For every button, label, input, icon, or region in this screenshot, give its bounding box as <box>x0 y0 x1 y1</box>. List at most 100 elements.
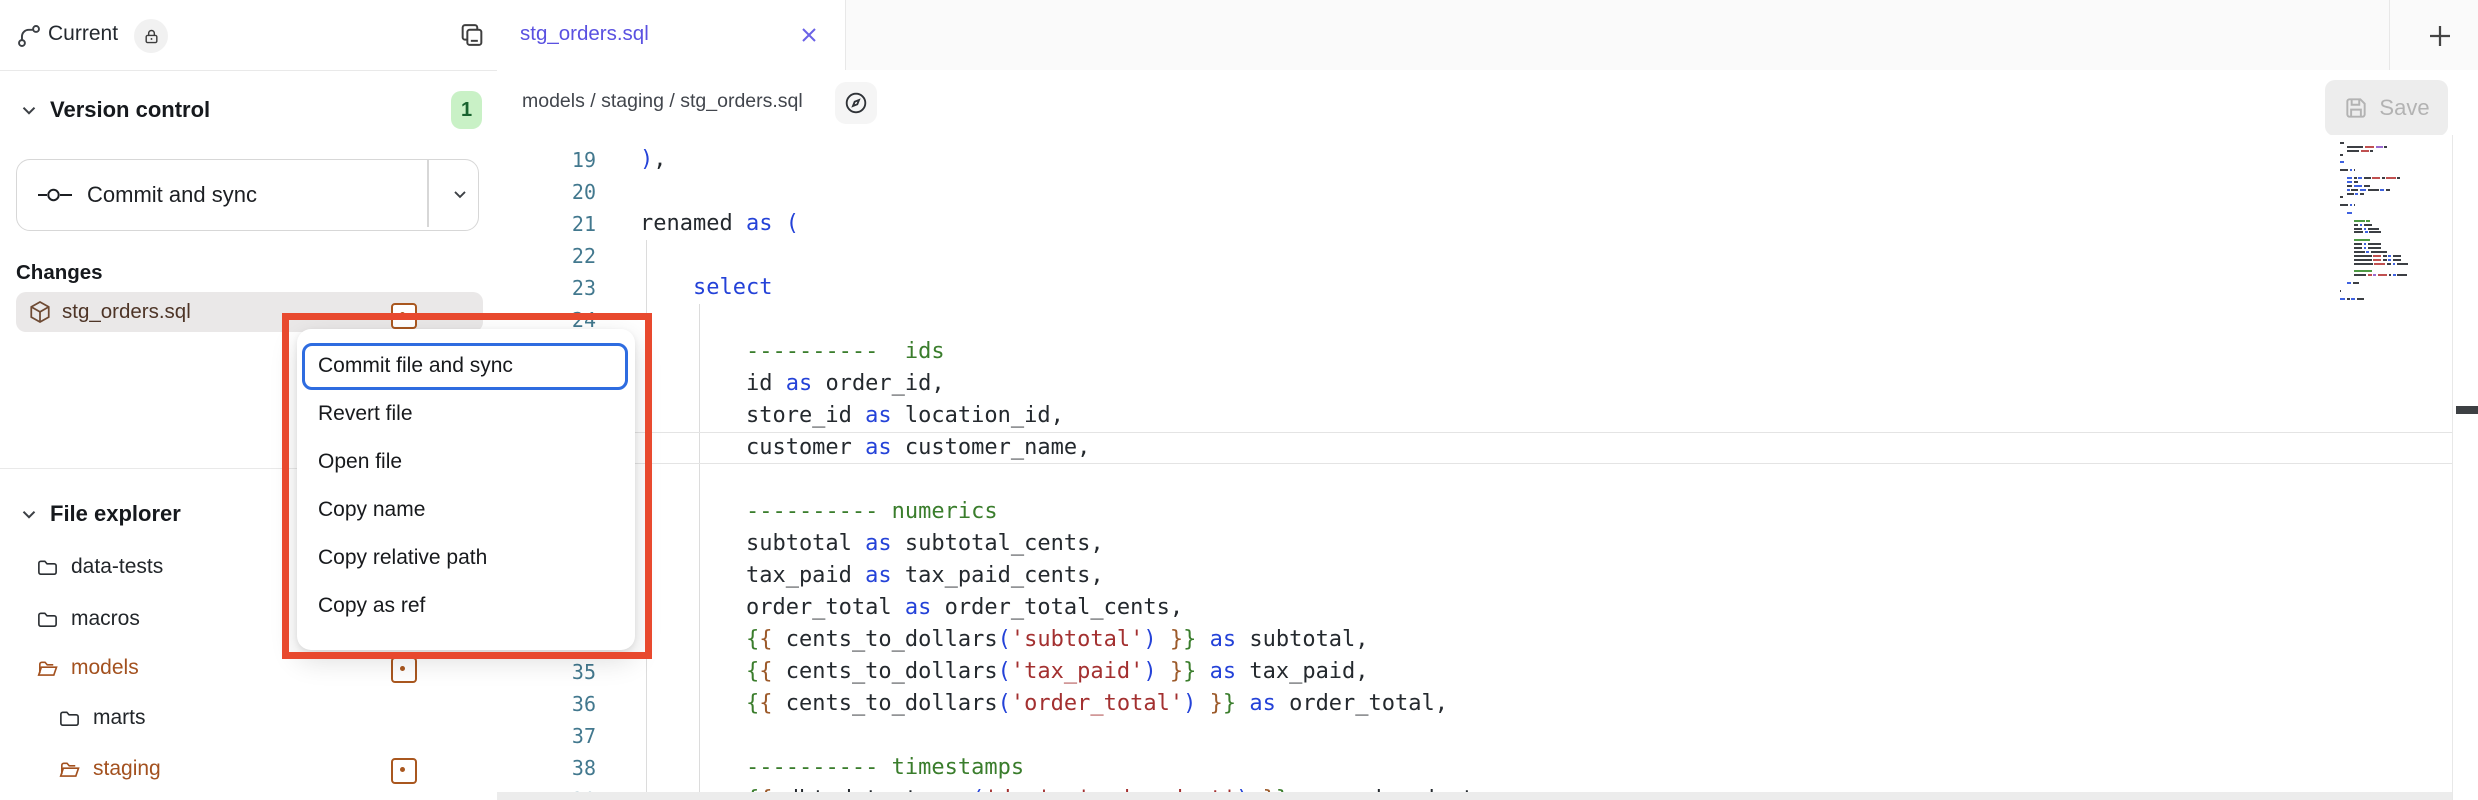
minimap-row <box>2340 185 2450 187</box>
context-menu-item-label: Copy name <box>318 498 425 522</box>
git-branch-icon <box>16 23 42 49</box>
code-line-28: customer as customer_name, <box>640 432 1090 464</box>
folder-icon <box>36 556 59 579</box>
view-lineage-button[interactable] <box>835 82 877 124</box>
context-menu-item-copy-as-ref[interactable]: Copy as ref <box>297 582 635 630</box>
line-number: 35 <box>497 656 596 688</box>
folder-open-icon <box>58 758 81 781</box>
minimap-row <box>2340 235 2450 237</box>
minimap-row <box>2340 228 2450 230</box>
code-line-32: tax_paid as tax_paid_cents, <box>640 560 1104 592</box>
file-tree-item-data-tests[interactable]: data-tests <box>36 545 163 589</box>
lock-icon <box>143 28 160 45</box>
file-tree-item-marts[interactable]: marts <box>58 696 146 740</box>
code-line-19: ), <box>640 144 667 176</box>
minimap-row <box>2340 212 2450 214</box>
focused-item-ring <box>302 343 628 390</box>
code-line-34: {{ cents_to_dollars('subtotal') }} as su… <box>640 624 1369 656</box>
code-line-38: ---------- timestamps <box>640 752 1024 784</box>
context-menu-item-label: Copy as ref <box>318 594 425 618</box>
line-number: 21 <box>497 208 596 240</box>
branch-lock-badge <box>134 19 168 53</box>
code-line-21: renamed as ( <box>640 208 799 240</box>
changes-count-badge: 1 <box>451 91 482 129</box>
code-line-33: order_total as order_total_cents, <box>640 592 1183 624</box>
folder-name: macros <box>71 607 140 631</box>
minimap[interactable] <box>2340 142 2450 302</box>
minimap-row <box>2340 181 2450 183</box>
code-line-36: {{ cents_to_dollars('order_total') }} as… <box>640 688 1448 720</box>
minimap-row <box>2340 165 2450 167</box>
context-menu-item-label: Revert file <box>318 402 413 426</box>
commit-icon <box>37 187 73 203</box>
minimap-row <box>2340 231 2450 233</box>
chevron-down-icon <box>450 184 470 204</box>
modified-indicator-icon <box>391 657 417 683</box>
file-context-menu: Commit file and syncRevert fileOpen file… <box>297 329 635 650</box>
minimap-row <box>2340 251 2450 253</box>
folder-name: models <box>71 656 139 680</box>
modified-indicator-icon <box>391 758 417 784</box>
minimap-row <box>2340 286 2450 288</box>
file-tree-item-models[interactable]: models <box>36 646 139 690</box>
minimap-row <box>2340 208 2450 210</box>
horizontal-scrollbar[interactable] <box>497 792 2452 800</box>
minimap-row <box>2340 146 2450 148</box>
file-tree-item-staging[interactable]: staging <box>58 747 161 791</box>
chevron-down-icon[interactable] <box>18 503 40 525</box>
lineage-compass-icon <box>843 90 869 116</box>
minimap-row <box>2340 278 2450 280</box>
minimap-row <box>2340 193 2450 195</box>
model-cube-icon <box>28 300 52 324</box>
minimap-row <box>2340 290 2450 292</box>
code-line-35: {{ cents_to_dollars('tax_paid') }} as ta… <box>640 656 1369 688</box>
plus-icon <box>2425 21 2455 51</box>
minimap-row <box>2340 154 2450 156</box>
modified-indicator-icon <box>391 303 417 329</box>
file-tree-item-macros[interactable]: macros <box>36 597 140 641</box>
minimap-row <box>2340 200 2450 202</box>
code-editor[interactable]: 1920212223242526272829303132333435363738… <box>497 135 2478 800</box>
tab-bar: stg_orders.sql <box>497 0 2478 71</box>
minimap-row <box>2340 294 2450 296</box>
tab-stg-orders[interactable]: stg_orders.sql <box>497 0 846 70</box>
branch-name: Current <box>48 22 118 46</box>
save-button[interactable]: Save <box>2325 80 2448 136</box>
file-explorer-section-title[interactable]: File explorer <box>50 501 181 527</box>
minimap-row <box>2340 243 2450 245</box>
duplicate-branch-button[interactable] <box>458 21 486 49</box>
new-tab-button[interactable] <box>2422 18 2458 54</box>
copy-icon <box>458 21 486 49</box>
minimap-row <box>2340 274 2450 276</box>
minimap-row <box>2340 177 2450 179</box>
code-line-23: select <box>640 272 772 304</box>
context-menu-item-open-file[interactable]: Open file <box>297 438 635 486</box>
minimap-row <box>2340 298 2450 300</box>
context-menu-item-copy-relative-path[interactable]: Copy relative path <box>297 534 635 582</box>
chevron-down-icon[interactable] <box>18 99 40 121</box>
minimap-row <box>2340 142 2450 144</box>
code-line-27: store_id as location_id, <box>640 400 1064 432</box>
line-number: 23 <box>497 272 596 304</box>
commit-and-sync-button[interactable]: Commit and sync <box>16 159 479 231</box>
version-control-section-title[interactable]: Version control <box>50 97 210 123</box>
minimap-row <box>2340 169 2450 171</box>
minimap-row <box>2340 204 2450 206</box>
code-line-30: ---------- numerics <box>640 496 998 528</box>
minimap-row <box>2340 161 2450 163</box>
context-menu-item-revert-file[interactable]: Revert file <box>297 390 635 438</box>
tabbar-divider <box>2389 0 2390 70</box>
save-label: Save <box>2379 95 2429 121</box>
minimap-row <box>2340 247 2450 249</box>
context-menu-item-label: Open file <box>318 450 402 474</box>
tab-title: stg_orders.sql <box>520 22 649 46</box>
minimap-row <box>2340 255 2450 257</box>
line-number: 36 <box>497 688 596 720</box>
close-icon[interactable] <box>797 23 821 47</box>
commit-options-dropdown[interactable] <box>443 160 477 227</box>
folder-name: marts <box>93 706 146 730</box>
context-menu-item-copy-name[interactable]: Copy name <box>297 486 635 534</box>
code-line-31: subtotal as subtotal_cents, <box>640 528 1104 560</box>
minimap-row <box>2340 220 2450 222</box>
button-divider <box>427 160 429 227</box>
